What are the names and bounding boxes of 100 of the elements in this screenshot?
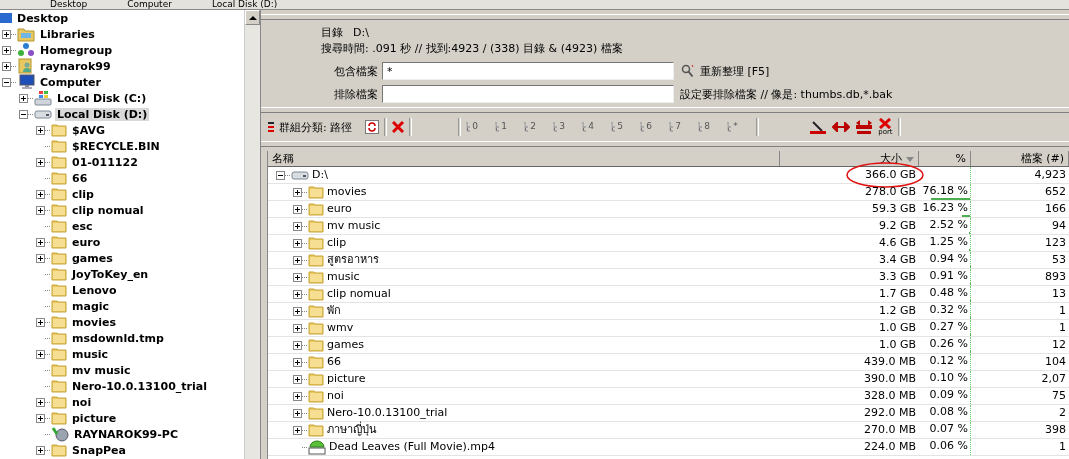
level-button[interactable]: 8 <box>698 121 723 133</box>
folder-icon <box>308 270 324 284</box>
level-button[interactable]: 6 <box>640 121 665 133</box>
tree-item[interactable]: Local Disk (D:) <box>55 107 150 121</box>
tree-item[interactable]: euro <box>70 235 103 249</box>
group-icon[interactable] <box>268 121 274 133</box>
expand-toggle[interactable] <box>293 425 302 435</box>
expand-toggle[interactable] <box>2 45 11 55</box>
folder-icon <box>308 236 324 250</box>
table-cell-text: 1.7 GB <box>877 286 917 302</box>
folder-icon <box>51 139 67 153</box>
tree-item[interactable]: mv music <box>70 363 133 377</box>
tree-item[interactable]: Local Disk (C:) <box>55 91 149 105</box>
column-header[interactable]: 檔案 (#) <box>971 151 1069 166</box>
collapse-toggle[interactable] <box>276 170 285 180</box>
expand-toggle[interactable] <box>36 413 45 423</box>
expand-toggle[interactable] <box>293 408 302 418</box>
close-icon[interactable] <box>392 121 405 133</box>
group-by-label[interactable]: 群組分類: 路徑 <box>279 119 353 135</box>
scrollbar[interactable] <box>244 10 260 459</box>
tree-item[interactable]: Nero-10.0.13100_trial <box>70 379 209 393</box>
expand-toggle[interactable] <box>293 221 302 231</box>
expand-toggle[interactable] <box>36 317 45 327</box>
level-button[interactable]: 0 <box>466 121 491 133</box>
refresh-button[interactable]: 重新整理 [F5] <box>674 63 770 79</box>
column-header[interactable]: 名稱 <box>268 151 780 166</box>
expand-toggle[interactable] <box>293 306 302 316</box>
tree-item[interactable]: $AVG <box>70 123 107 137</box>
level-button[interactable]: 3 <box>553 121 578 133</box>
tree-item[interactable]: msdownld.tmp <box>70 331 166 345</box>
user-folder-icon <box>17 58 35 74</box>
tree-item[interactable]: RAYNAROK99-PC <box>72 427 180 441</box>
table-cell-text: 0.10 % <box>929 371 969 385</box>
expand-toggle[interactable] <box>293 272 302 282</box>
expand-toggle[interactable] <box>2 61 11 71</box>
tree-item[interactable]: 01-011122 <box>70 155 140 169</box>
tree-item[interactable]: games <box>70 251 115 265</box>
tree-item[interactable]: Lenovo <box>70 283 119 297</box>
expand-toggle[interactable] <box>293 374 302 384</box>
expand-toggle[interactable] <box>36 157 45 167</box>
tree-item[interactable]: Homegroup <box>38 43 115 57</box>
expand-toggle[interactable] <box>36 189 45 199</box>
expand-toggle[interactable] <box>293 255 302 265</box>
folder-icon <box>51 267 67 281</box>
level-button[interactable]: 5 <box>611 121 636 133</box>
expand-toggle[interactable] <box>36 237 45 247</box>
tree-item[interactable]: noi <box>70 395 94 409</box>
tree-item[interactable]: music <box>70 347 111 361</box>
tree-item[interactable]: Desktop <box>15 11 71 25</box>
expand-toggle[interactable] <box>293 204 302 214</box>
table-cell-text: 893 <box>1044 269 1067 285</box>
level-button[interactable]: * <box>727 121 752 133</box>
include-field[interactable]: * <box>382 62 674 80</box>
expand-toggle[interactable] <box>293 357 302 367</box>
expand-toggle[interactable] <box>36 205 45 215</box>
tree-item[interactable]: movies <box>70 315 118 329</box>
level-button[interactable]: 4 <box>582 121 607 133</box>
expand-toggle[interactable] <box>293 391 302 401</box>
expand-toggle[interactable] <box>293 238 302 248</box>
exclude-field[interactable] <box>382 85 674 103</box>
expand-toggle[interactable] <box>36 125 45 135</box>
expand-toggle[interactable] <box>293 340 302 350</box>
tree-item[interactable]: Libraries <box>38 27 97 41</box>
expand-toggle[interactable] <box>293 187 302 197</box>
expand-toggle[interactable] <box>293 323 302 333</box>
column-header[interactable]: 大小 <box>780 151 919 166</box>
collapse-toggle[interactable] <box>2 77 11 87</box>
expand-toggle[interactable] <box>19 93 28 103</box>
table-cell-text: 59.3 GB <box>870 201 917 217</box>
tree-item[interactable]: raynarok99 <box>38 59 113 73</box>
expand-toggle[interactable] <box>36 253 45 263</box>
tree-item[interactable]: magic <box>70 299 112 313</box>
collapse-toggle[interactable] <box>19 109 28 119</box>
tree-item[interactable]: Computer <box>38 75 103 89</box>
expand-toggle[interactable] <box>293 289 302 299</box>
column-header[interactable]: % <box>919 151 971 166</box>
level-button[interactable]: 1 <box>495 121 520 133</box>
level-button[interactable]: 7 <box>669 121 694 133</box>
breadcrumb-item[interactable]: Computer <box>127 0 172 9</box>
tree-item[interactable]: clip nomual <box>70 203 146 217</box>
tree-item[interactable]: JoyToKey_en <box>70 267 151 281</box>
hierarchy-icon <box>553 121 560 133</box>
expand-toggle[interactable] <box>36 445 45 455</box>
tree-item[interactable]: SnapPea <box>70 443 128 457</box>
tree-item[interactable]: clip <box>70 187 96 201</box>
breadcrumb-item[interactable]: Desktop <box>50 0 88 9</box>
expand-toggle[interactable] <box>36 349 45 359</box>
tree-item[interactable]: $RECYCLE.BIN <box>70 139 162 153</box>
horizontal-arrows-icon[interactable] <box>832 122 851 132</box>
table-cell-text: 2 <box>1058 405 1067 421</box>
refresh-icon[interactable] <box>365 120 380 134</box>
tree-item[interactable]: picture <box>70 411 119 425</box>
table-cell-text: 104 <box>1044 354 1067 370</box>
expand-toggle[interactable] <box>2 29 11 39</box>
tree-item[interactable]: esc <box>70 219 95 233</box>
level-button[interactable]: 2 <box>524 121 549 133</box>
collapse-rows-icon[interactable] <box>855 120 874 134</box>
expand-toggle[interactable] <box>36 397 45 407</box>
tree-item[interactable]: 66 <box>70 171 90 185</box>
breadcrumb-item[interactable]: Local Disk (D:) <box>211 0 278 9</box>
